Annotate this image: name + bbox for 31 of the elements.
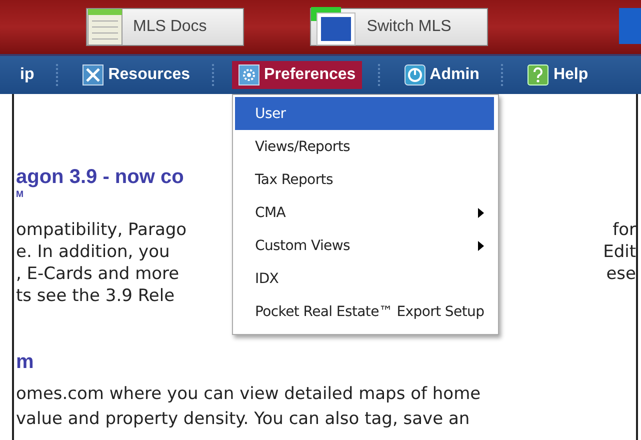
document-icon [87,8,123,46]
paragraph-text: omes.com where you can view detailed maps of home [16,383,482,406]
menu-item[interactable]: Pocket Real Estate™ Export Setup [235,295,494,328]
paragraph-text: ompatibility, Parago [16,219,187,241]
nav-tab[interactable]: Help [521,61,594,89]
nav-tab[interactable]: Preferences [232,61,362,89]
menu-item[interactable]: Custom Views [235,229,494,262]
article-title[interactable]: agon 3.9 - now co [16,166,184,189]
paragraph-text: e. In addition, you [16,241,170,263]
paragraph-text: ese [606,263,636,285]
paragraph-text: for [612,219,636,241]
gear-icon [238,64,260,86]
menu-item[interactable]: User [235,97,494,130]
paragraph-text: Edit [603,241,636,263]
menu-item[interactable]: CMA [235,196,494,229]
article-title[interactable]: m [16,351,34,374]
power-icon [404,64,426,86]
tools-icon [82,64,104,86]
toolbar-button[interactable]: Switch MLS [310,8,488,46]
paragraph-text: value and property density. You can also tag, save an [16,408,471,431]
toolbar-button[interactable]: MLS Docs [86,8,244,46]
help-icon [527,64,550,86]
article-date: M [16,189,24,199]
paragraph-text: ts see the 3.9 Rele [16,285,175,307]
nav-tab[interactable]: Resources [76,61,196,89]
nav-tab[interactable]: Admin [398,61,486,89]
menu-item[interactable]: IDX [235,262,494,295]
paragraph-text: , E-Cards and more [16,263,180,285]
nav-tab[interactable]: ip [14,61,40,89]
menu-item[interactable]: Tax Reports [235,163,494,196]
menu-item[interactable]: Views/Reports [235,130,494,163]
